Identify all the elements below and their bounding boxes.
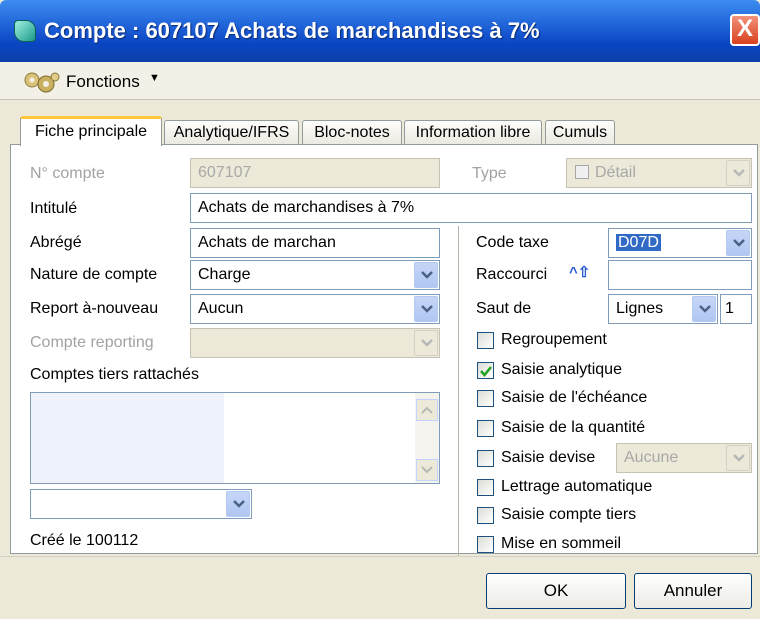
saut-unit-select[interactable]: Lignes	[608, 294, 718, 324]
tab-information-libre[interactable]: Information libre	[404, 120, 542, 146]
raccourci-label: Raccourci	[476, 266, 548, 283]
type-label: Type	[472, 165, 507, 182]
code-taxe-select[interactable]: D07D	[608, 228, 752, 258]
tab-analytique-ifrs[interactable]: Analytique/IFRS	[164, 120, 299, 146]
chevron-down-icon[interactable]	[726, 230, 750, 256]
grid-icon	[575, 165, 589, 179]
cancel-button[interactable]: Annuler	[634, 573, 752, 609]
mise-en-sommeil-checkbox[interactable]	[477, 536, 494, 553]
chevron-down-icon[interactable]	[226, 491, 250, 517]
app-icon	[14, 20, 36, 42]
tab-fiche-principale[interactable]: Fiche principale	[20, 116, 162, 146]
functions-menu[interactable]: Fonctions	[66, 72, 140, 92]
devise-select: Aucune	[616, 443, 752, 473]
report-value: Aucun	[198, 300, 244, 317]
intitule-input[interactable]: Achats de marchandises à 7%	[190, 193, 752, 223]
toolbar: Fonctions ▼	[0, 62, 760, 100]
type-value: Détail	[595, 164, 636, 181]
saisie-echeance-label: Saisie de l'échéance	[501, 389, 648, 406]
saisie-devise-label: Saisie devise	[501, 449, 596, 466]
regroupement-checkbox[interactable]	[477, 332, 494, 349]
check-icon	[480, 366, 492, 377]
tab-bloc-notes[interactable]: Bloc-notes	[302, 120, 402, 146]
regroupement-label: Regroupement	[501, 331, 607, 348]
chevron-down-icon[interactable]	[414, 296, 438, 322]
tiers-list[interactable]	[30, 392, 440, 484]
title-bar: Compte : 607107 Achats de marchandises à…	[0, 0, 760, 62]
column-divider	[458, 226, 459, 556]
saisie-analytique-label: Saisie analytique	[501, 361, 622, 378]
nature-select[interactable]: Charge	[190, 260, 440, 290]
nature-label: Nature de compte	[30, 266, 158, 283]
abrege-label: Abrégé	[30, 234, 82, 251]
chevron-down-icon[interactable]	[692, 296, 716, 322]
lettrage-label: Lettrage automatique	[501, 478, 653, 495]
window-title: Compte : 607107 Achats de marchandises à…	[44, 18, 540, 43]
code-taxe-value: D07D	[616, 234, 661, 251]
ok-button[interactable]: OK	[486, 573, 626, 609]
devise-value: Aucune	[624, 449, 679, 466]
tab-cumuls[interactable]: Cumuls	[545, 120, 615, 146]
saisie-tiers-label: Saisie compte tiers	[501, 506, 637, 523]
num-compte-field: 607107	[190, 158, 440, 188]
chevron-down-icon	[414, 330, 438, 356]
vertical-scrollbar[interactable]	[415, 393, 439, 483]
scroll-up-icon[interactable]	[416, 399, 438, 421]
reporting-label: Compte reporting	[30, 334, 154, 351]
tiers-select[interactable]	[30, 489, 252, 519]
num-compte-label: N° compte	[30, 165, 105, 182]
saisie-devise-checkbox[interactable]	[477, 450, 494, 467]
saisie-quantite-checkbox[interactable]	[477, 420, 494, 437]
close-button[interactable]: X	[730, 14, 760, 46]
chevron-down-icon	[726, 160, 750, 186]
saut-unit-value: Lignes	[616, 300, 664, 317]
chevron-down-icon[interactable]: ▼	[149, 72, 160, 84]
gears-icon[interactable]	[22, 71, 60, 93]
scroll-down-icon[interactable]	[416, 459, 438, 481]
saut-count-input[interactable]: 1	[720, 294, 752, 324]
reporting-select	[190, 328, 440, 358]
lettrage-checkbox[interactable]	[477, 479, 494, 496]
saisie-analytique-checkbox[interactable]	[477, 362, 494, 379]
abrege-input[interactable]: Achats de marchan	[190, 228, 440, 258]
report-select[interactable]: Aucun	[190, 294, 440, 324]
chevron-down-icon[interactable]	[414, 262, 438, 288]
saut-label: Saut de	[476, 300, 532, 317]
mise-en-sommeil-label: Mise en sommeil	[501, 535, 622, 552]
chevron-down-icon	[726, 445, 750, 471]
raccourci-input[interactable]	[608, 260, 752, 290]
saisie-echeance-checkbox[interactable]	[477, 390, 494, 407]
saisie-tiers-checkbox[interactable]	[477, 507, 494, 524]
type-select: Détail	[566, 158, 752, 188]
created-date: Créé le 100112	[30, 532, 139, 549]
tiers-label: Comptes tiers rattachés	[30, 366, 199, 383]
code-taxe-label: Code taxe	[476, 234, 549, 251]
report-label: Report à-nouveau	[30, 300, 159, 317]
saisie-quantite-label: Saisie de la quantité	[501, 419, 646, 436]
nature-value: Charge	[198, 266, 251, 283]
shortcut-key-icon: ^⇧	[569, 264, 591, 281]
intitule-label: Intitulé	[30, 200, 78, 217]
tiers-list-area	[31, 393, 224, 483]
